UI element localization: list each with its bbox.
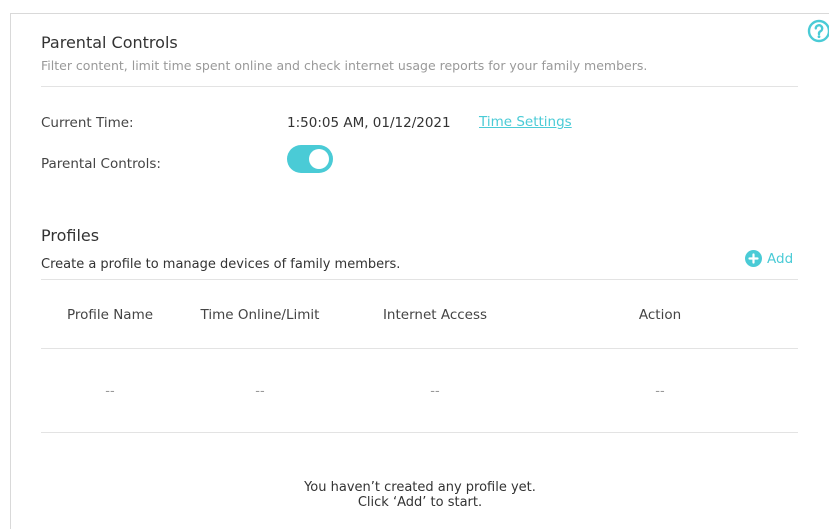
table-cell: -- <box>430 384 440 399</box>
column-header-action: Action <box>638 307 682 323</box>
toggle-knob <box>309 149 329 169</box>
current-time-value: 1:50:05 AM, 01/12/2021 <box>287 115 451 131</box>
add-profile-button[interactable]: Add <box>745 250 793 267</box>
parental-controls-label: Parental Controls: <box>41 156 161 172</box>
plus-circle-icon <box>745 250 762 267</box>
table-cell: -- <box>255 384 265 399</box>
current-time-label: Current Time: <box>41 115 134 131</box>
page-title: Parental Controls <box>41 33 178 52</box>
table-cell: -- <box>105 384 115 399</box>
divider <box>41 348 798 349</box>
parental-controls-toggle[interactable] <box>287 145 333 173</box>
empty-state-line-1: You haven’t created any profile yet. <box>304 480 536 495</box>
empty-state-line-2: Click ‘Add’ to start. <box>357 495 483 510</box>
profiles-title: Profiles <box>41 226 100 245</box>
profiles-description: Create a profile to manage devices of fa… <box>41 257 401 272</box>
divider <box>41 279 798 280</box>
column-header-internet-access: Internet Access <box>382 307 488 323</box>
empty-state-message: You haven’t created any profile yet. Cli… <box>220 480 620 510</box>
help-icon[interactable] <box>806 18 829 43</box>
add-profile-label: Add <box>767 250 794 267</box>
time-settings-link[interactable]: Time Settings <box>479 114 572 130</box>
divider <box>41 432 798 433</box>
column-header-time-online: Time Online/Limit <box>200 307 320 323</box>
table-cell: -- <box>655 384 665 399</box>
divider <box>41 86 798 87</box>
page-description: Filter content, limit time spent online … <box>41 58 648 73</box>
column-header-profile-name: Profile Name <box>66 307 154 323</box>
